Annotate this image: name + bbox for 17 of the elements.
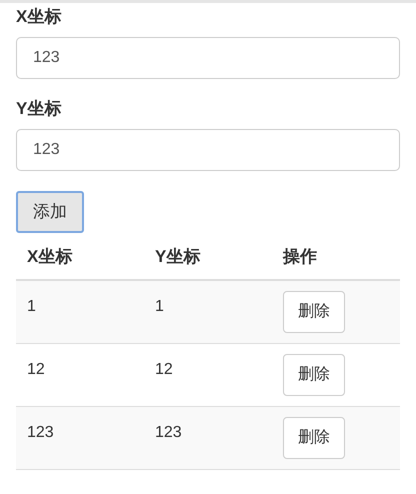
column-header: X坐标 — [27, 247, 72, 266]
column-header: 操作 — [283, 247, 317, 266]
field-label: X坐标 — [16, 6, 62, 28]
input-field[interactable]: 123 — [16, 129, 400, 171]
table-cell: 12 — [27, 360, 45, 378]
column-header: Y坐标 — [155, 247, 200, 266]
delete-button[interactable]: 删除 — [283, 354, 345, 396]
table-cell: 1 — [155, 298, 164, 315]
input-field[interactable]: 123 — [16, 37, 400, 79]
table-cell: 123 — [27, 424, 54, 440]
field-label: Y坐标 — [16, 98, 62, 120]
delete-button[interactable]: 删除 — [283, 416, 345, 458]
table-cell: 1 — [27, 298, 36, 315]
table-cell: 123 — [155, 424, 182, 440]
add-button[interactable]: 添加 — [16, 191, 84, 233]
table-cell: 12 — [155, 360, 173, 378]
delete-button[interactable]: 删除 — [283, 290, 345, 333]
